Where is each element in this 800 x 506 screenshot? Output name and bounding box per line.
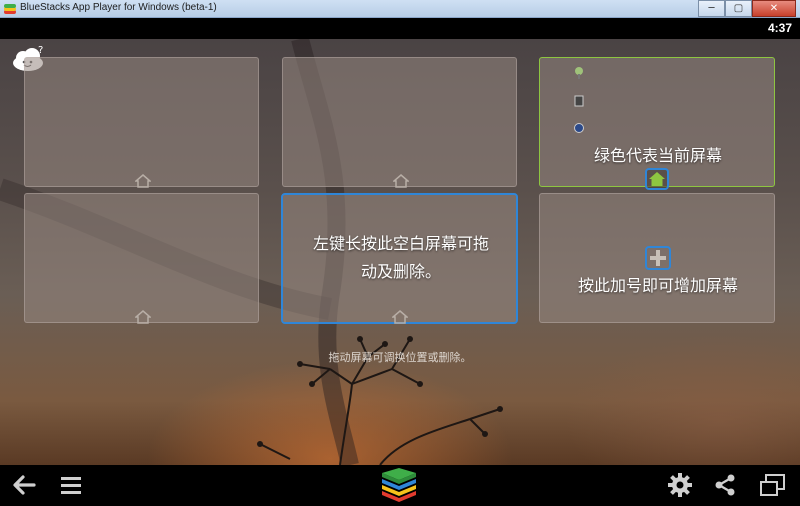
restore-button[interactable]: ▢ [725,0,752,17]
selected-screen-instructions: 左键长按此空白屏幕可拖动及删除。 [312,234,489,281]
home-icon [390,309,410,324]
screen-card-2[interactable] [282,57,517,188]
screen-card-current[interactable]: 绿色代表当前屏幕 [539,57,775,190]
screen-card-selected[interactable]: 左键长按此空白屏幕可拖动及删除。 [281,193,518,324]
globe-app-icon[interactable] [574,119,584,133]
status-clock: 4:37 [767,21,792,35]
screen-card-1[interactable] [24,57,259,188]
android-nav-bar [0,465,800,506]
window-mode-icon[interactable] [756,465,790,506]
tree-app-icon[interactable] [574,64,584,79]
minimize-button[interactable]: ─ [698,0,725,17]
share-icon[interactable] [710,465,740,506]
home-icon-green [649,172,665,186]
window-titlebar: BlueStacks App Player for Windows (beta-… [0,0,800,18]
home-icon [133,173,153,188]
home-icon [133,309,153,324]
svg-text:?: ? [38,45,43,56]
android-status-bar: 4:37 [0,18,800,39]
window-title: BlueStacks App Player for Windows (beta-… [20,2,217,13]
current-home-button[interactable] [645,168,669,190]
sdcard-app-icon[interactable] [574,92,584,107]
menu-icon[interactable] [56,465,86,506]
screen-card-3[interactable] [24,193,259,324]
home-icon [391,173,411,188]
plus-icon[interactable] [645,246,671,270]
bluestacks-logo-icon[interactable] [378,465,420,506]
add-screen-label: 按此加号即可增加屏幕 [577,276,738,295]
bluestacks-app-icon [4,3,16,15]
add-screen-card[interactable]: 按此加号即可增加屏幕 [539,193,775,323]
close-button[interactable]: ✕ [752,0,796,17]
current-screen-label: 绿色代表当前屏幕 [593,146,722,165]
drag-hint-text: 拖动屏幕可调换位置或删除。 [328,351,472,364]
gear-icon[interactable] [664,465,696,506]
back-arrow-icon[interactable] [8,465,40,506]
